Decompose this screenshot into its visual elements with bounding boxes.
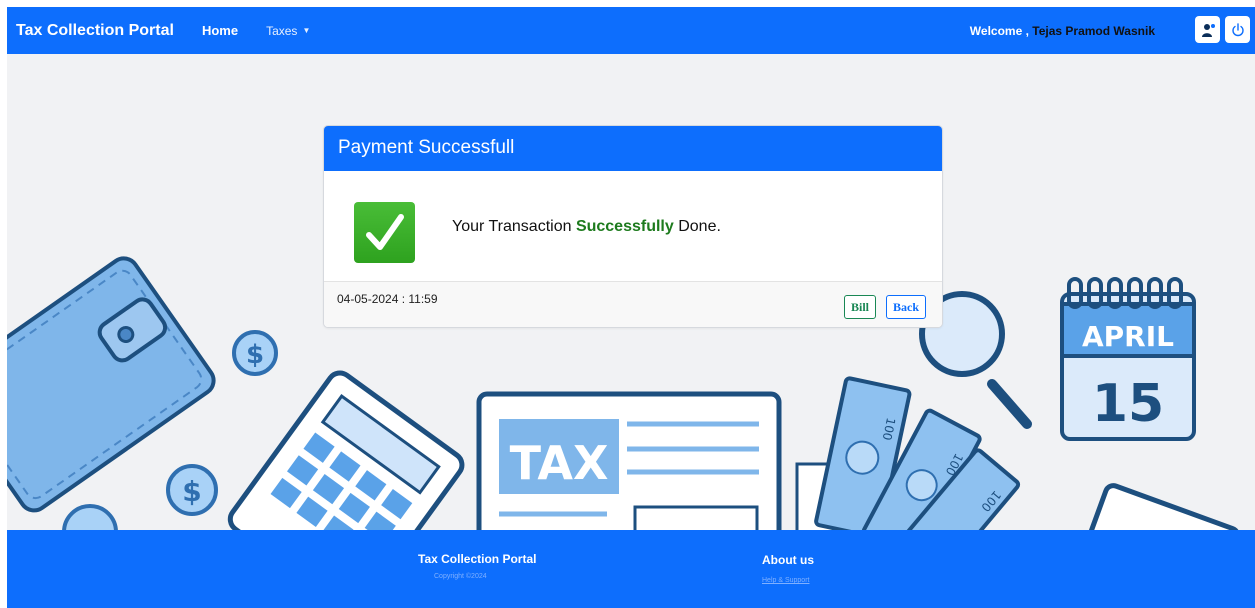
transaction-datetime: 04-05-2024 : 11:59 xyxy=(337,292,438,306)
power-icon xyxy=(1231,22,1244,36)
svg-text:$: $ xyxy=(246,340,264,370)
caret-down-icon: ▼ xyxy=(302,26,311,35)
back-button[interactable]: Back xyxy=(885,295,926,319)
nav-home-link[interactable]: Home xyxy=(202,23,238,38)
svg-text:15: 15 xyxy=(1092,374,1164,434)
message-success-word: Successfully xyxy=(575,218,674,235)
dollar-coin-icon xyxy=(62,504,118,532)
brand-title[interactable]: Tax Collection Portal xyxy=(16,22,174,40)
help-support-link[interactable]: Help & Support xyxy=(762,577,809,584)
profile-button[interactable] xyxy=(1195,16,1220,43)
card-footer: 04-05-2024 : 11:59 Bill Back xyxy=(324,281,942,327)
success-check-icon xyxy=(354,202,415,263)
tax-document-icon: TAX xyxy=(476,391,782,532)
money-bills-icon: 100 100 100 xyxy=(814,376,1021,532)
dollar-coin-icon: $ xyxy=(232,330,278,376)
card-title: Payment Successfull xyxy=(324,126,942,171)
bill-button[interactable]: Bill xyxy=(843,295,876,319)
footer: Tax Collection Portal Copyright ©2024 Ab… xyxy=(7,530,1255,608)
card-body: Your Transaction Successfully Done. xyxy=(324,171,942,281)
message-end: Done. xyxy=(678,218,721,235)
dollar-coin-icon: $ xyxy=(166,464,218,516)
user-name: Tejas Pramod Wasnik xyxy=(1032,24,1155,38)
calculator-icon xyxy=(227,370,465,532)
svg-text:TAX: TAX xyxy=(510,436,609,490)
svg-text:APRIL: APRIL xyxy=(1082,320,1174,353)
user-profile-icon xyxy=(1201,23,1215,37)
welcome-text: Welcome , Tejas Pramod Wasnik xyxy=(970,24,1155,38)
calendar-icon: APRIL 15 xyxy=(1060,277,1196,441)
nav-taxes-dropdown[interactable]: Taxes ▼ xyxy=(266,24,310,38)
welcome-prefix: Welcome , xyxy=(969,24,1029,38)
navbar: Tax Collection Portal Home Taxes ▼ Welco… xyxy=(7,7,1255,54)
laptop-icon xyxy=(1087,483,1241,532)
footer-about: About us xyxy=(762,553,814,567)
nav-taxes-label: Taxes xyxy=(266,23,298,38)
page-frame: Tax Collection Portal Home Taxes ▼ Welco… xyxy=(7,7,1255,608)
payment-status-card: Payment Successfull Your Transaction Suc… xyxy=(323,125,943,328)
transaction-message: Your Transaction Successfully Done. xyxy=(452,218,721,236)
footer-title: Tax Collection Portal xyxy=(418,552,537,566)
logout-button[interactable] xyxy=(1225,16,1250,43)
footer-copyright: Copyright ©2024 xyxy=(434,573,487,580)
message-start: Your Transaction xyxy=(452,218,572,235)
svg-text:$: $ xyxy=(182,475,201,508)
